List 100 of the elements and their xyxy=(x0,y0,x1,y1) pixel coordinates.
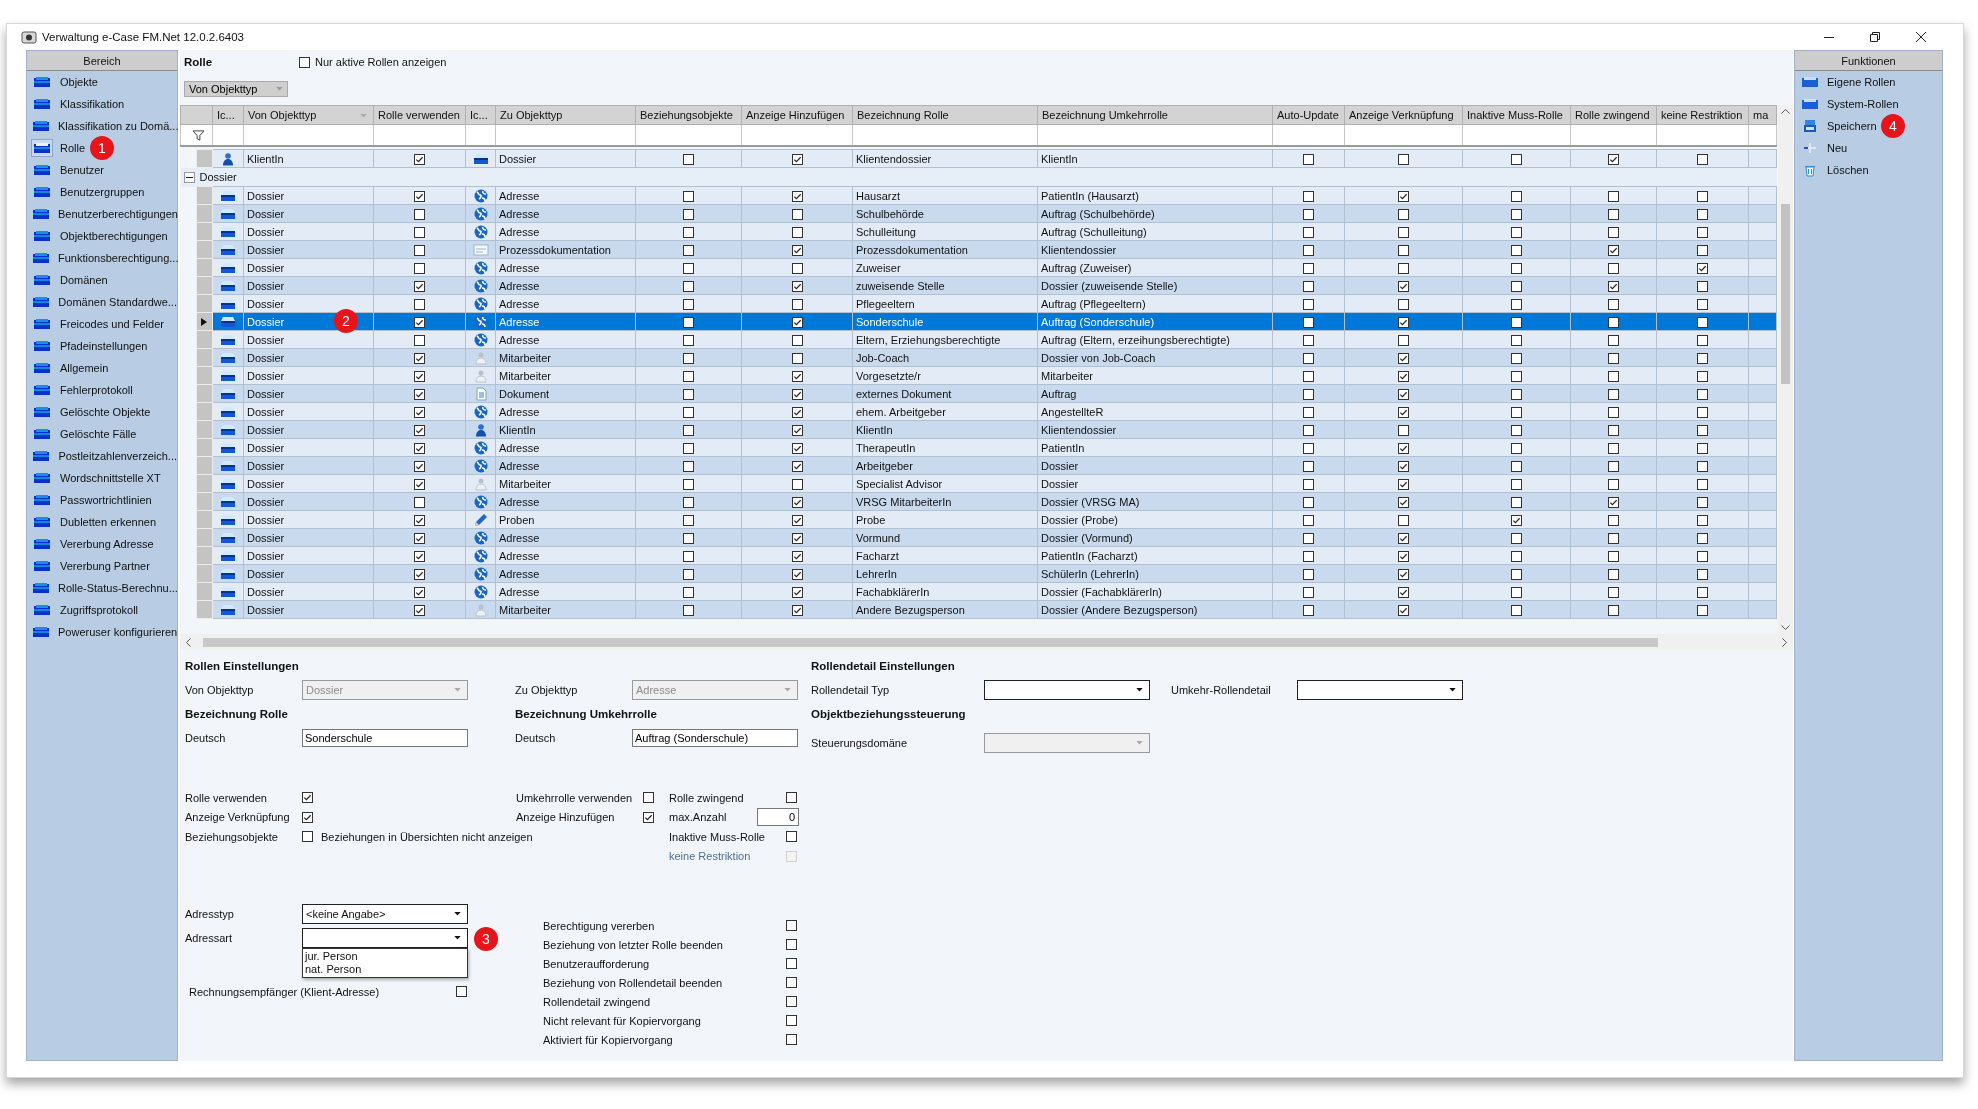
checkbox[interactable] xyxy=(791,496,803,508)
checkbox[interactable] xyxy=(1398,352,1409,364)
checkbox[interactable] xyxy=(786,977,797,988)
checkbox[interactable] xyxy=(791,226,803,238)
checkbox[interactable] xyxy=(1608,352,1619,364)
checkbox[interactable] xyxy=(414,352,425,364)
checkbox[interactable] xyxy=(1511,496,1522,508)
checkbox[interactable] xyxy=(1608,550,1619,562)
checkbox[interactable] xyxy=(1303,352,1314,364)
checkbox[interactable] xyxy=(1697,298,1708,310)
checkbox[interactable] xyxy=(414,442,425,454)
checkbox[interactable] xyxy=(683,424,694,436)
checkbox[interactable] xyxy=(1697,226,1708,238)
checkbox[interactable] xyxy=(414,568,425,580)
checkbox[interactable] xyxy=(683,496,694,508)
checkbox[interactable] xyxy=(1511,352,1522,364)
dropdown[interactable]: <keine Angabe> xyxy=(302,904,468,924)
sidebar-item[interactable]: Gelöschte Objekte xyxy=(27,401,177,423)
checkbox[interactable] xyxy=(302,831,313,843)
checkbox[interactable] xyxy=(1608,208,1619,220)
checkbox[interactable] xyxy=(683,190,694,202)
checkbox[interactable] xyxy=(683,550,694,562)
checkbox[interactable] xyxy=(1398,442,1409,454)
checkbox[interactable] xyxy=(414,496,425,508)
checkbox[interactable] xyxy=(683,604,694,616)
checkbox[interactable] xyxy=(1303,280,1314,292)
checkbox[interactable] xyxy=(683,280,694,292)
checkbox[interactable] xyxy=(1398,406,1409,418)
checkbox[interactable] xyxy=(1303,496,1314,508)
checkbox[interactable] xyxy=(414,370,425,382)
checkbox[interactable] xyxy=(1303,604,1314,616)
sidebar-item[interactable]: Pfadeinstellungen xyxy=(27,335,177,357)
checkbox[interactable] xyxy=(791,478,803,490)
sidebar-item[interactable]: Objekte xyxy=(27,71,177,93)
horizontal-scrollbar[interactable] xyxy=(180,634,1793,650)
checkbox[interactable] xyxy=(414,153,425,165)
checkbox[interactable] xyxy=(1398,334,1409,346)
checkbox[interactable] xyxy=(791,208,803,220)
checkbox[interactable] xyxy=(683,334,694,346)
checkbox[interactable] xyxy=(683,226,694,238)
checkbox[interactable] xyxy=(302,811,313,823)
column-header[interactable]: Ic... xyxy=(465,105,496,125)
checkbox[interactable] xyxy=(1303,550,1314,562)
checkbox[interactable] xyxy=(1697,478,1708,490)
checkbox[interactable] xyxy=(1303,532,1314,544)
checkbox[interactable] xyxy=(791,352,803,364)
checkbox[interactable] xyxy=(1697,190,1708,202)
checkbox[interactable] xyxy=(1511,586,1522,598)
checkbox[interactable] xyxy=(786,792,797,804)
checkbox[interactable] xyxy=(414,550,425,562)
column-header[interactable]: Beziehungsobjekte xyxy=(635,105,742,125)
checkbox[interactable] xyxy=(1398,208,1409,220)
sidebar-item[interactable]: Klassifikation xyxy=(27,93,177,115)
checkbox[interactable] xyxy=(1303,568,1314,580)
vertical-scrollbar[interactable] xyxy=(1778,105,1793,634)
checkbox[interactable] xyxy=(1398,568,1409,580)
checkbox[interactable] xyxy=(683,316,694,328)
checkbox[interactable] xyxy=(414,460,425,472)
checkbox[interactable] xyxy=(1608,298,1619,310)
checkbox[interactable] xyxy=(1398,370,1409,382)
checkbox[interactable] xyxy=(414,586,425,598)
checkbox[interactable] xyxy=(299,56,310,68)
checkbox[interactable] xyxy=(1511,604,1522,616)
checkbox[interactable] xyxy=(1511,388,1522,400)
checkbox[interactable] xyxy=(1398,460,1409,472)
sidebar-item[interactable]: Fehlerprotokoll xyxy=(27,379,177,401)
checkbox[interactable] xyxy=(1608,244,1619,256)
sidebar-item[interactable]: Vererbung Adresse xyxy=(27,533,177,555)
checkbox[interactable] xyxy=(1398,316,1409,328)
checkbox[interactable] xyxy=(1697,334,1708,346)
checkbox[interactable] xyxy=(1608,280,1619,292)
checkbox[interactable] xyxy=(1697,370,1708,382)
checkbox[interactable] xyxy=(1303,226,1314,238)
checkbox[interactable] xyxy=(1511,334,1522,346)
checkbox[interactable] xyxy=(1608,226,1619,238)
checkbox[interactable] xyxy=(791,262,803,274)
checkbox[interactable] xyxy=(414,388,425,400)
checkbox[interactable] xyxy=(1303,586,1314,598)
checkbox[interactable] xyxy=(1697,532,1708,544)
checkbox[interactable] xyxy=(1608,334,1619,346)
checkbox[interactable] xyxy=(1608,424,1619,436)
checkbox[interactable] xyxy=(1303,244,1314,256)
checkbox[interactable] xyxy=(786,939,797,950)
checkbox[interactable] xyxy=(414,262,425,274)
checkbox[interactable] xyxy=(1398,550,1409,562)
checkbox[interactable] xyxy=(1398,532,1409,544)
checkbox[interactable] xyxy=(683,370,694,382)
checkbox[interactable] xyxy=(1511,226,1522,238)
column-header[interactable]: Rolle verwenden xyxy=(373,105,466,125)
dropdown-option[interactable]: jur. Person xyxy=(303,950,467,963)
checkbox[interactable] xyxy=(1511,460,1522,472)
checkbox[interactable] xyxy=(1608,532,1619,544)
checkbox[interactable] xyxy=(683,153,694,165)
column-header[interactable]: keine Restriktion xyxy=(1656,105,1749,125)
checkbox[interactable] xyxy=(1697,550,1708,562)
table-row[interactable]: Dossier Adresse Hausarzt PatientIn (Hausarzt) xyxy=(180,186,1777,205)
checkbox[interactable] xyxy=(414,190,425,202)
checkbox[interactable] xyxy=(1608,514,1619,526)
checkbox[interactable] xyxy=(1511,262,1522,274)
checkbox[interactable] xyxy=(1303,406,1314,418)
